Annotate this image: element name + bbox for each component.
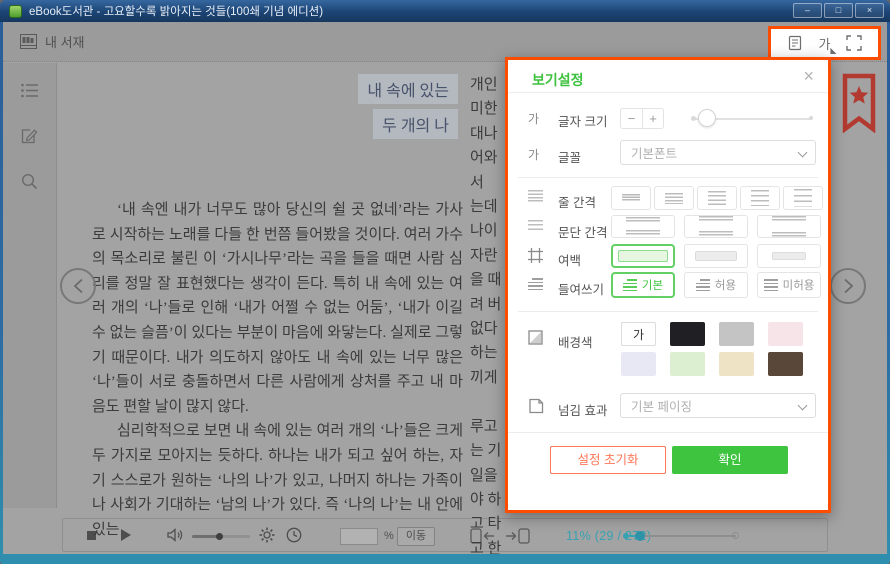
- divider: [508, 432, 828, 433]
- bg-swatch-white[interactable]: 가: [621, 322, 656, 346]
- line-spacing-option-4[interactable]: [740, 186, 780, 210]
- progress-start-dot: [623, 533, 629, 539]
- font-settings-icon[interactable]: 가◣: [819, 34, 831, 53]
- page-effect-value: 기본 페이징: [631, 396, 692, 415]
- paragraph-spacing-label: 문단 간격: [558, 222, 607, 241]
- indent-icon: [528, 278, 543, 290]
- line-spacing-option-1[interactable]: [611, 186, 651, 210]
- view-settings-panel: 보기설정 × 가 글자 크기 − + 가 글꼴 기본폰트: [505, 57, 831, 513]
- line-spacing-icon: [528, 190, 543, 202]
- margin-label: 여백: [558, 250, 581, 269]
- margin-option-1[interactable]: [611, 244, 675, 268]
- chevron-right-icon: [843, 278, 854, 294]
- my-library-label: 내 서재: [45, 32, 85, 51]
- reset-settings-button[interactable]: 설정 초기화: [550, 446, 666, 474]
- progress-end-dot: [732, 532, 739, 539]
- slider-min-dot: [691, 116, 696, 121]
- my-library-button[interactable]: 내 서재: [20, 32, 85, 51]
- line-spacing-label: 줄 간격: [558, 192, 596, 211]
- content-frame: 내 서재 가◣: [3, 22, 887, 554]
- divider: [508, 92, 828, 93]
- panel-title: 보기설정: [532, 70, 584, 90]
- bg-swatch-pink[interactable]: [768, 322, 803, 346]
- chevron-down-icon: [798, 149, 806, 157]
- toc-icon[interactable]: [21, 83, 39, 98]
- view-tools-highlight: 가◣: [768, 26, 881, 60]
- font-family-label: 글꼴: [558, 147, 581, 166]
- paragraph-spacing-option-3[interactable]: [757, 215, 821, 238]
- close-button[interactable]: ×: [855, 3, 884, 18]
- bookmark-icon[interactable]: [840, 73, 878, 133]
- line-spacing-option-5[interactable]: [783, 186, 823, 210]
- line-spacing-option-3[interactable]: [697, 186, 737, 210]
- page-effect-label: 넘김 효과: [558, 400, 607, 419]
- font-family-value: 기본폰트: [631, 143, 677, 162]
- chapter-title-line2: 두 개의 나: [373, 109, 458, 139]
- page-effect-dropdown[interactable]: 기본 페이징: [620, 393, 816, 418]
- chapter-title-line1: 내 속에 있는: [358, 74, 458, 104]
- prev-page-button[interactable]: [60, 268, 96, 304]
- panel-close-icon[interactable]: ×: [803, 66, 814, 87]
- chevron-left-icon: [73, 278, 84, 294]
- divider: [518, 177, 818, 178]
- memo-icon[interactable]: [21, 127, 38, 144]
- font-family-icon: 가: [528, 146, 539, 163]
- font-size-slider-knob[interactable]: [698, 109, 716, 127]
- fullscreen-icon[interactable]: [846, 35, 862, 51]
- font-family-dropdown[interactable]: 기본폰트: [620, 140, 816, 165]
- app-window: eBook도서관 - 고요할수록 밝아지는 것들(100쇄 기념 에디션) – …: [0, 0, 890, 564]
- bg-swatch-green[interactable]: [670, 352, 705, 376]
- bookshelf-icon: [20, 34, 37, 49]
- cursor-glyph: ◣: [830, 46, 836, 55]
- book-text: ‘내 속엔 내가 너무도 많아 당신의 쉴 곳 없네’라는 가사로 시작하는 노…: [92, 198, 463, 542]
- background-color-icon: [528, 330, 543, 345]
- bg-swatch-beige[interactable]: [719, 352, 754, 376]
- indent-option-default[interactable]: 기본: [611, 272, 675, 298]
- margin-option-2[interactable]: [684, 244, 748, 268]
- background-color-label: 배경색: [558, 332, 593, 351]
- left-sidebar: [3, 63, 57, 508]
- margin-icon: [528, 248, 543, 263]
- bg-swatch-black[interactable]: [670, 322, 705, 346]
- maximize-button[interactable]: □: [824, 3, 853, 18]
- chapter-title: 내 속에 있는 두 개의 나: [358, 74, 458, 139]
- indent-option-allow[interactable]: 허용: [684, 272, 748, 298]
- viewer-settings-icon[interactable]: [787, 35, 803, 51]
- bg-swatch-gray[interactable]: [719, 322, 754, 346]
- app-icon: [9, 5, 22, 18]
- search-icon[interactable]: [21, 173, 38, 190]
- indent-label: 들여쓰기: [558, 279, 604, 298]
- progress-slider[interactable]: [626, 535, 736, 537]
- font-size-stepper: − +: [620, 108, 664, 129]
- bg-swatch-brown[interactable]: [768, 352, 803, 376]
- progress-knob[interactable]: [635, 531, 645, 541]
- font-size-increase-button[interactable]: +: [642, 108, 664, 129]
- paragraph-spacing-option-1[interactable]: [611, 215, 675, 238]
- paragraph-spacing-icon: [528, 220, 543, 232]
- bg-swatch-lavender[interactable]: [621, 352, 656, 376]
- page-effect-icon: [528, 398, 544, 414]
- slider-max-dot: [809, 116, 813, 120]
- font-size-icon: 가: [528, 110, 539, 127]
- margin-option-3[interactable]: [757, 244, 821, 268]
- next-page-button[interactable]: [830, 268, 866, 304]
- minimize-button[interactable]: –: [793, 3, 822, 18]
- divider: [518, 311, 818, 312]
- font-size-decrease-button[interactable]: −: [620, 108, 642, 129]
- chevron-down-icon: [798, 402, 806, 410]
- font-size-label: 글자 크기: [558, 111, 607, 130]
- line-spacing-option-2[interactable]: [654, 186, 694, 210]
- top-toolbar: 내 서재: [3, 22, 887, 62]
- window-title: eBook도서관 - 고요할수록 밝아지는 것들(100쇄 기념 에디션): [29, 3, 323, 19]
- font-size-slider[interactable]: [694, 118, 811, 120]
- paragraph-spacing-option-2[interactable]: [684, 215, 748, 238]
- confirm-button[interactable]: 확인: [672, 446, 788, 474]
- titlebar: eBook도서관 - 고요할수록 밝아지는 것들(100쇄 기념 에디션) – …: [0, 0, 890, 22]
- indent-option-disallow[interactable]: 미허용: [757, 272, 821, 298]
